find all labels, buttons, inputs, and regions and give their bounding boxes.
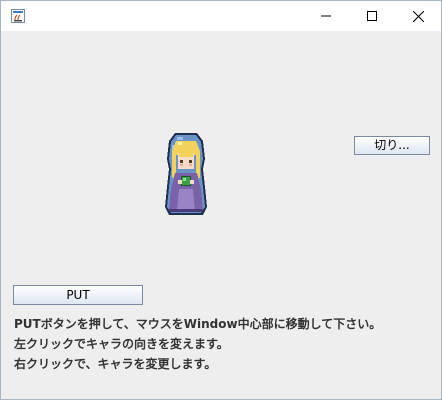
toggle-button[interactable]: 切り... xyxy=(354,136,430,155)
instruction-line-3: 右クリックで、キャラを変更します。 xyxy=(14,357,217,371)
instruction-line-1: PUTボタンを押して、マウスをWindow中心部に移動して下さい。 xyxy=(14,317,382,331)
app-window: 切り... PUT PUTボタンを押して、マウスをWindow中心部に移動して下… xyxy=(0,0,442,400)
java-app-icon xyxy=(11,9,25,23)
put-button[interactable]: PUT xyxy=(13,285,143,305)
character-sprite xyxy=(165,133,207,215)
close-button[interactable] xyxy=(395,1,441,31)
minimize-icon xyxy=(321,15,331,17)
title-bar[interactable] xyxy=(1,1,441,31)
content-area[interactable]: 切り... PUT PUTボタンを押して、マウスをWindow中心部に移動して下… xyxy=(1,31,441,399)
maximize-button[interactable] xyxy=(349,1,395,31)
maximize-icon xyxy=(367,11,377,21)
minimize-button[interactable] xyxy=(303,1,349,31)
instructions: PUTボタンを押して、マウスをWindow中心部に移動して下さい。 左クリックで… xyxy=(14,314,381,374)
close-icon xyxy=(412,10,424,22)
instruction-line-2: 左クリックでキャラの向きを変えます。 xyxy=(14,337,229,351)
